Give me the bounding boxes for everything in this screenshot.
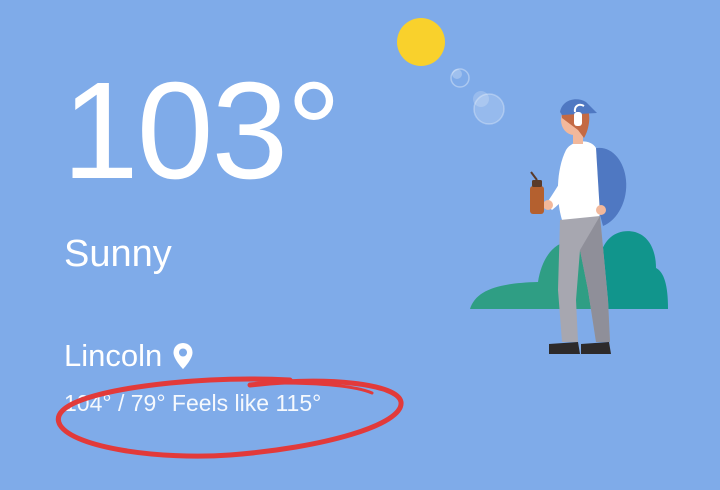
location-pin-icon (173, 342, 193, 369)
hill-left (470, 240, 605, 309)
bubble-decoration (473, 91, 489, 107)
weather-condition: Sunny (64, 233, 172, 275)
sun-icon (397, 18, 445, 66)
bubble-decoration (452, 69, 462, 79)
person-figure (530, 99, 627, 354)
bubble-decoration (450, 68, 470, 88)
hill-right (598, 231, 668, 309)
bubble-decoration (473, 93, 505, 125)
location-row[interactable]: Lincoln (64, 340, 194, 371)
location-name: Lincoln (64, 338, 163, 373)
high-low-feels-like: 104° / 79° Feels like 115° (64, 390, 322, 416)
current-temperature: 103° (62, 54, 341, 208)
weather-card[interactable]: 103° Sunny Lincoln 104° / 79° Feels like… (0, 0, 720, 490)
